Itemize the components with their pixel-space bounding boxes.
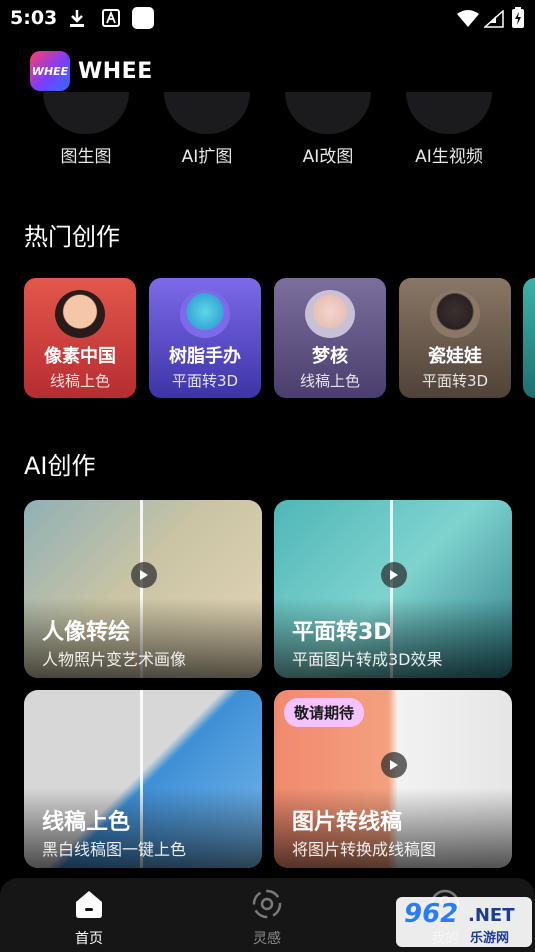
tool-ai-video-icon[interactable] xyxy=(406,92,492,134)
hot-card-subtitle: 线稿上色 xyxy=(49,372,110,390)
tool-image-to-image-icon[interactable] xyxy=(43,92,129,134)
ai-card-subtitle: 将图片转换成线稿图 xyxy=(292,840,437,859)
compare-arrow-icon xyxy=(131,562,157,588)
ai-card-flat-to-3d[interactable]: 平面转3D 平面图片转成3D效果 xyxy=(274,500,512,678)
download-icon xyxy=(70,10,84,27)
logo-badge: WHEE xyxy=(30,51,70,91)
tab-label: 首页 xyxy=(75,931,103,947)
ai-section-title: AI创作 xyxy=(24,452,96,480)
inspiration-icon xyxy=(252,889,282,919)
tool-label-ai-expand[interactable]: AI扩图 xyxy=(147,142,267,167)
tool-label-image-to-image[interactable]: 图生图 xyxy=(26,142,146,167)
hot-card-porcelain-doll[interactable]: 瓷娃娃 平面转3D xyxy=(399,278,511,398)
ai-card-subtitle: 人物照片变艺术画像 xyxy=(42,650,187,669)
compare-arrow-icon xyxy=(381,562,407,588)
tab-home[interactable]: 首页 xyxy=(44,878,134,952)
hot-card-resin-figure[interactable]: 树脂手办 平面转3D xyxy=(149,278,261,398)
hot-card-pixel-china[interactable]: 像素中国 线稿上色 xyxy=(24,278,136,398)
ai-card-title: 图片转线稿 xyxy=(292,810,403,835)
ai-card-portrait-painting[interactable]: 人像转绘 人物照片变艺术画像 xyxy=(24,500,262,678)
hot-card-subtitle: 平面转3D xyxy=(171,372,239,390)
hot-card-title: 梦核 xyxy=(312,346,348,367)
hot-card-subtitle: 平面转3D xyxy=(421,372,489,390)
ai-card-image-to-line-art[interactable]: 敬请期待 图片转线稿 将图片转换成线稿图 xyxy=(274,690,512,868)
tab-inspiration[interactable]: 灵感 xyxy=(222,878,312,952)
card-image xyxy=(180,290,230,338)
tab-label: 灵感 xyxy=(253,931,281,947)
tool-label-ai-edit[interactable]: AI改图 xyxy=(268,142,388,167)
battery-icon xyxy=(512,7,524,28)
ai-card-subtitle: 平面图片转成3D效果 xyxy=(292,650,443,669)
watermark-site-name: 乐游网 xyxy=(470,931,510,946)
coming-soon-badge: 敬请期待 xyxy=(284,698,365,727)
watermark-number: 962 xyxy=(404,899,459,929)
watermark-net: .NET xyxy=(468,905,515,926)
hot-card-partial[interactable] xyxy=(523,278,535,398)
ai-card-line-art-coloring[interactable]: 线稿上色 黑白线稿图一键上色 xyxy=(24,690,262,868)
app-logo: WHEE WHEE xyxy=(30,50,153,92)
ai-card-subtitle: 黑白线稿图一键上色 xyxy=(42,840,187,859)
ai-card-title: 平面转3D xyxy=(292,620,392,645)
hot-section-title: 热门创作 xyxy=(24,223,120,251)
card-image xyxy=(305,290,355,338)
tool-label-ai-video[interactable]: AI生视频 xyxy=(389,142,509,167)
wifi-icon xyxy=(457,10,479,27)
watermark-logo: 962 .NET 乐游网 xyxy=(396,897,532,947)
hot-card-subtitle: 线稿上色 xyxy=(299,372,360,390)
card-image xyxy=(430,290,480,338)
hot-card-title: 瓷娃娃 xyxy=(428,346,482,367)
status-time: 5:03 xyxy=(10,7,58,29)
ai-card-title: 人像转绘 xyxy=(42,620,131,645)
home-icon xyxy=(76,891,102,918)
tool-ai-edit-icon[interactable] xyxy=(285,92,371,134)
hot-card-title: 树脂手办 xyxy=(169,346,241,367)
font-notification-icon xyxy=(102,9,120,27)
signal-icon xyxy=(484,10,504,28)
card-image xyxy=(55,290,105,338)
tool-ai-expand-icon[interactable] xyxy=(164,92,250,134)
ai-card-title: 线稿上色 xyxy=(42,810,131,835)
app-notification-icon xyxy=(132,7,154,29)
hot-card-title: 像素中国 xyxy=(44,346,116,367)
compare-arrow-icon xyxy=(381,752,407,778)
status-bar: 5:03 xyxy=(0,0,535,36)
logo-text: WHEE xyxy=(78,58,153,84)
hot-card-dreamcore[interactable]: 梦核 线稿上色 xyxy=(274,278,386,398)
